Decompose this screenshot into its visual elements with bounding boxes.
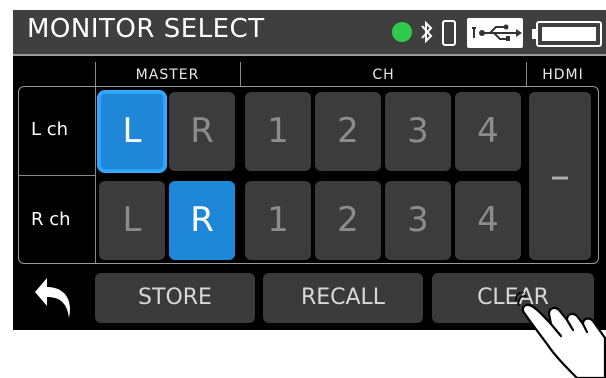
rch-ch1-button[interactable]: 1 (245, 181, 311, 260)
lch-ch1-button[interactable]: 1 (245, 92, 311, 171)
bluetooth-icon (421, 20, 433, 44)
rch-master-r-button[interactable]: R (169, 181, 235, 260)
tap-hand-icon (515, 292, 606, 378)
monitor-select-screen: MONITOR SELECT MASTER CH HDMI L ch R ch … (13, 10, 606, 330)
rch-ch4-button[interactable]: 4 (455, 181, 521, 260)
lch-ch3-button[interactable]: 3 (385, 92, 451, 171)
lch-ch4-button[interactable]: 4 (455, 92, 521, 171)
back-arrow-icon[interactable] (33, 276, 79, 322)
hdmi-header: HDMI (542, 67, 584, 83)
ch-header: CH (372, 67, 395, 83)
store-button[interactable]: STORE (95, 273, 255, 323)
lch-master-l-button[interactable]: L (99, 92, 165, 171)
hdmi-button[interactable]: – (529, 92, 591, 260)
row-label-lch: L ch (31, 119, 69, 140)
power-status-icon (392, 22, 412, 42)
usb-icon (467, 18, 523, 48)
lch-ch2-button[interactable]: 2 (315, 92, 381, 171)
recall-button[interactable]: RECALL (263, 273, 423, 323)
row-label-rch: R ch (31, 209, 71, 230)
title-bar: MONITOR SELECT (13, 10, 606, 56)
routing-matrix: L ch R ch L R 1 2 3 4 L R 1 2 3 4 – (18, 86, 599, 264)
master-header: MASTER (135, 67, 200, 83)
row-divider (19, 175, 95, 176)
rch-ch3-button[interactable]: 3 (385, 181, 451, 260)
battery-icon (532, 21, 602, 47)
phone-icon (442, 20, 456, 46)
page-title: MONITOR SELECT (27, 14, 265, 44)
label-column-divider (95, 87, 96, 263)
lch-master-r-button[interactable]: R (169, 92, 235, 171)
rch-ch2-button[interactable]: 2 (315, 181, 381, 260)
rch-master-l-button[interactable]: L (99, 181, 165, 260)
